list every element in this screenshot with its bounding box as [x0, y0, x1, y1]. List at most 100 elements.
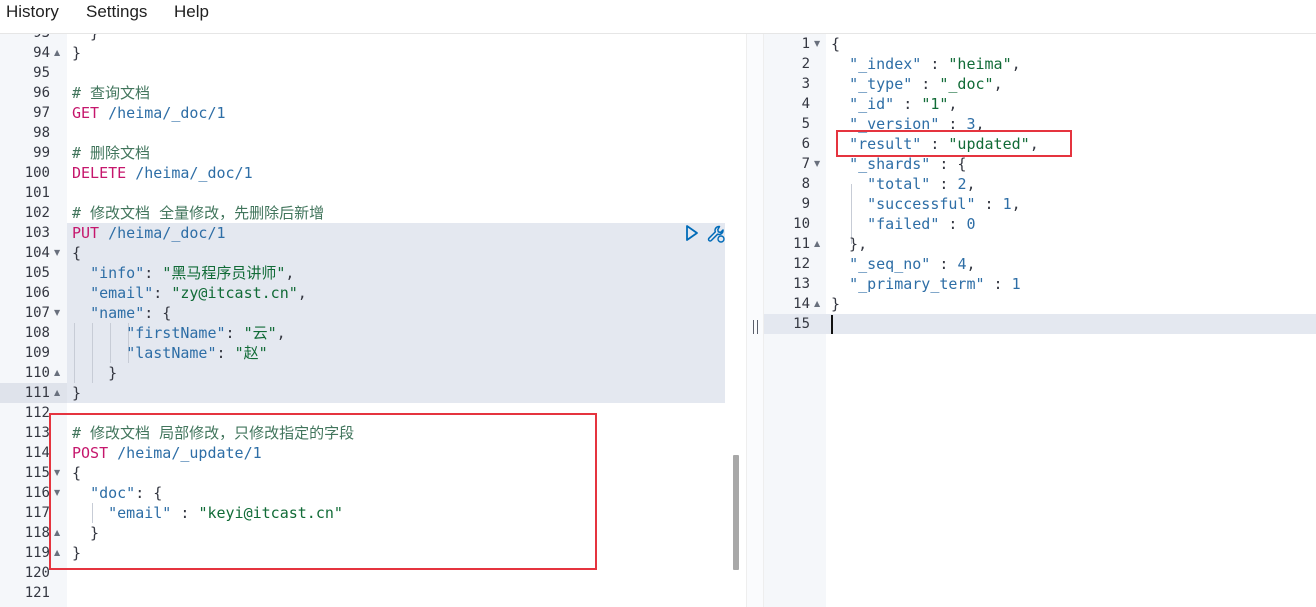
line-number: 104	[24, 245, 50, 261]
code-line: "_type" : "_doc",	[831, 74, 1003, 94]
code-line: "_seq_no" : 4,	[831, 254, 975, 274]
code-token: :	[216, 344, 235, 362]
fold-open-icon[interactable]: ▼	[814, 154, 820, 174]
code-token: "zy@itcast.cn"	[171, 284, 298, 302]
code-token: :	[939, 215, 967, 233]
line-number: 12	[793, 256, 810, 272]
code-token: }	[72, 364, 118, 382]
line-number: 112	[24, 405, 50, 421]
code-token: :	[975, 195, 1003, 213]
code-token: "failed"	[867, 215, 940, 233]
code-token: GET	[72, 104, 100, 122]
line-number: 3	[801, 76, 810, 92]
code-line: }	[72, 43, 81, 63]
line-number: 96	[33, 85, 50, 101]
fold-open-icon[interactable]: ▼	[54, 243, 60, 263]
fold-close-icon[interactable]: ▲	[54, 363, 60, 383]
line-number: 119	[24, 545, 50, 561]
vertical-scrollbar[interactable]	[733, 455, 739, 570]
code-line: "firstName": "云",	[72, 323, 286, 343]
play-triangle-icon[interactable]	[684, 224, 700, 242]
line-number: 8	[801, 176, 810, 192]
code-token: ,	[966, 175, 976, 193]
fold-close-icon[interactable]: ▲	[814, 294, 820, 314]
code-token: "firstName"	[126, 324, 226, 342]
code-token: "云"	[243, 324, 277, 342]
line-number: 11	[793, 236, 810, 252]
code-line: }	[831, 294, 840, 314]
code-line: {	[72, 243, 81, 263]
code-token: /heima/_doc/1	[135, 164, 253, 182]
panel-resize-divider[interactable]	[746, 34, 764, 607]
code-token: }	[72, 384, 82, 402]
code-token: ,	[285, 264, 295, 282]
code-line: "lastName": "赵"	[72, 343, 268, 363]
code-token: }	[831, 295, 841, 313]
menu-settings[interactable]: Settings	[86, 0, 147, 24]
fold-close-icon[interactable]: ▲	[814, 234, 820, 254]
code-token: },	[831, 235, 868, 253]
code-token: }	[72, 44, 82, 62]
line-number: 111	[24, 385, 50, 401]
code-token: # 修改文档 全量修改，先删除后新增	[72, 204, 325, 222]
fold-close-icon[interactable]: ▲	[54, 43, 60, 63]
fold-close-icon[interactable]: ▲	[54, 383, 60, 403]
line-number: 15	[793, 316, 810, 332]
code-token: :	[930, 175, 958, 193]
response-viewer[interactable]: 1 ▼{2 "_index" : "heima", 3 "_type" : "_do…	[764, 34, 1316, 607]
code-line: "_index" : "heima",	[831, 54, 1021, 74]
code-token: PUT	[72, 224, 100, 242]
code-token: : {	[930, 155, 967, 173]
resize-handle-icon[interactable]	[753, 320, 758, 334]
line-number: 98	[33, 125, 50, 141]
code-token: ,	[297, 284, 307, 302]
code-line: "successful" : 1,	[831, 194, 1021, 214]
active-line	[764, 314, 1316, 334]
line-number: 115	[24, 465, 50, 481]
line-number: 1	[801, 36, 810, 52]
highlight-box-result	[836, 130, 1072, 157]
code-token: "successful"	[867, 195, 976, 213]
line-number: 97	[33, 105, 50, 121]
code-token: # 查询文档	[72, 84, 151, 102]
code-token: "_doc"	[939, 75, 994, 93]
line-number: 116	[24, 485, 50, 501]
code-token: ,	[1011, 195, 1021, 213]
code-token: "_shards"	[849, 155, 931, 173]
code-line: "failed" : 0	[831, 214, 975, 234]
line-number: 4	[801, 96, 810, 112]
line-number: 106	[24, 285, 50, 301]
code-token: :	[153, 284, 172, 302]
fold-open-icon[interactable]: ▼	[54, 303, 60, 323]
wrench-icon[interactable]	[706, 224, 726, 244]
fold-open-icon[interactable]: ▼	[814, 34, 820, 54]
line-number: 101	[24, 185, 50, 201]
code-token: "_type"	[849, 75, 913, 93]
menu-help[interactable]: Help	[174, 0, 209, 24]
menu-history[interactable]: History	[6, 0, 59, 24]
code-line: "_primary_term" : 1	[831, 274, 1021, 294]
code-token: "info"	[90, 264, 145, 282]
line-number: 118	[24, 525, 50, 541]
code-token: "赵"	[234, 344, 268, 362]
code-line: }	[72, 383, 81, 403]
line-number: 9	[801, 196, 810, 212]
code-line: "_id" : "1",	[831, 94, 957, 114]
code-token: :	[912, 75, 940, 93]
request-editor[interactable]: 93 }94▲}9596# 查询文档97GET /heima/_doc/1989…	[0, 34, 746, 607]
line-number: 7	[801, 156, 810, 172]
